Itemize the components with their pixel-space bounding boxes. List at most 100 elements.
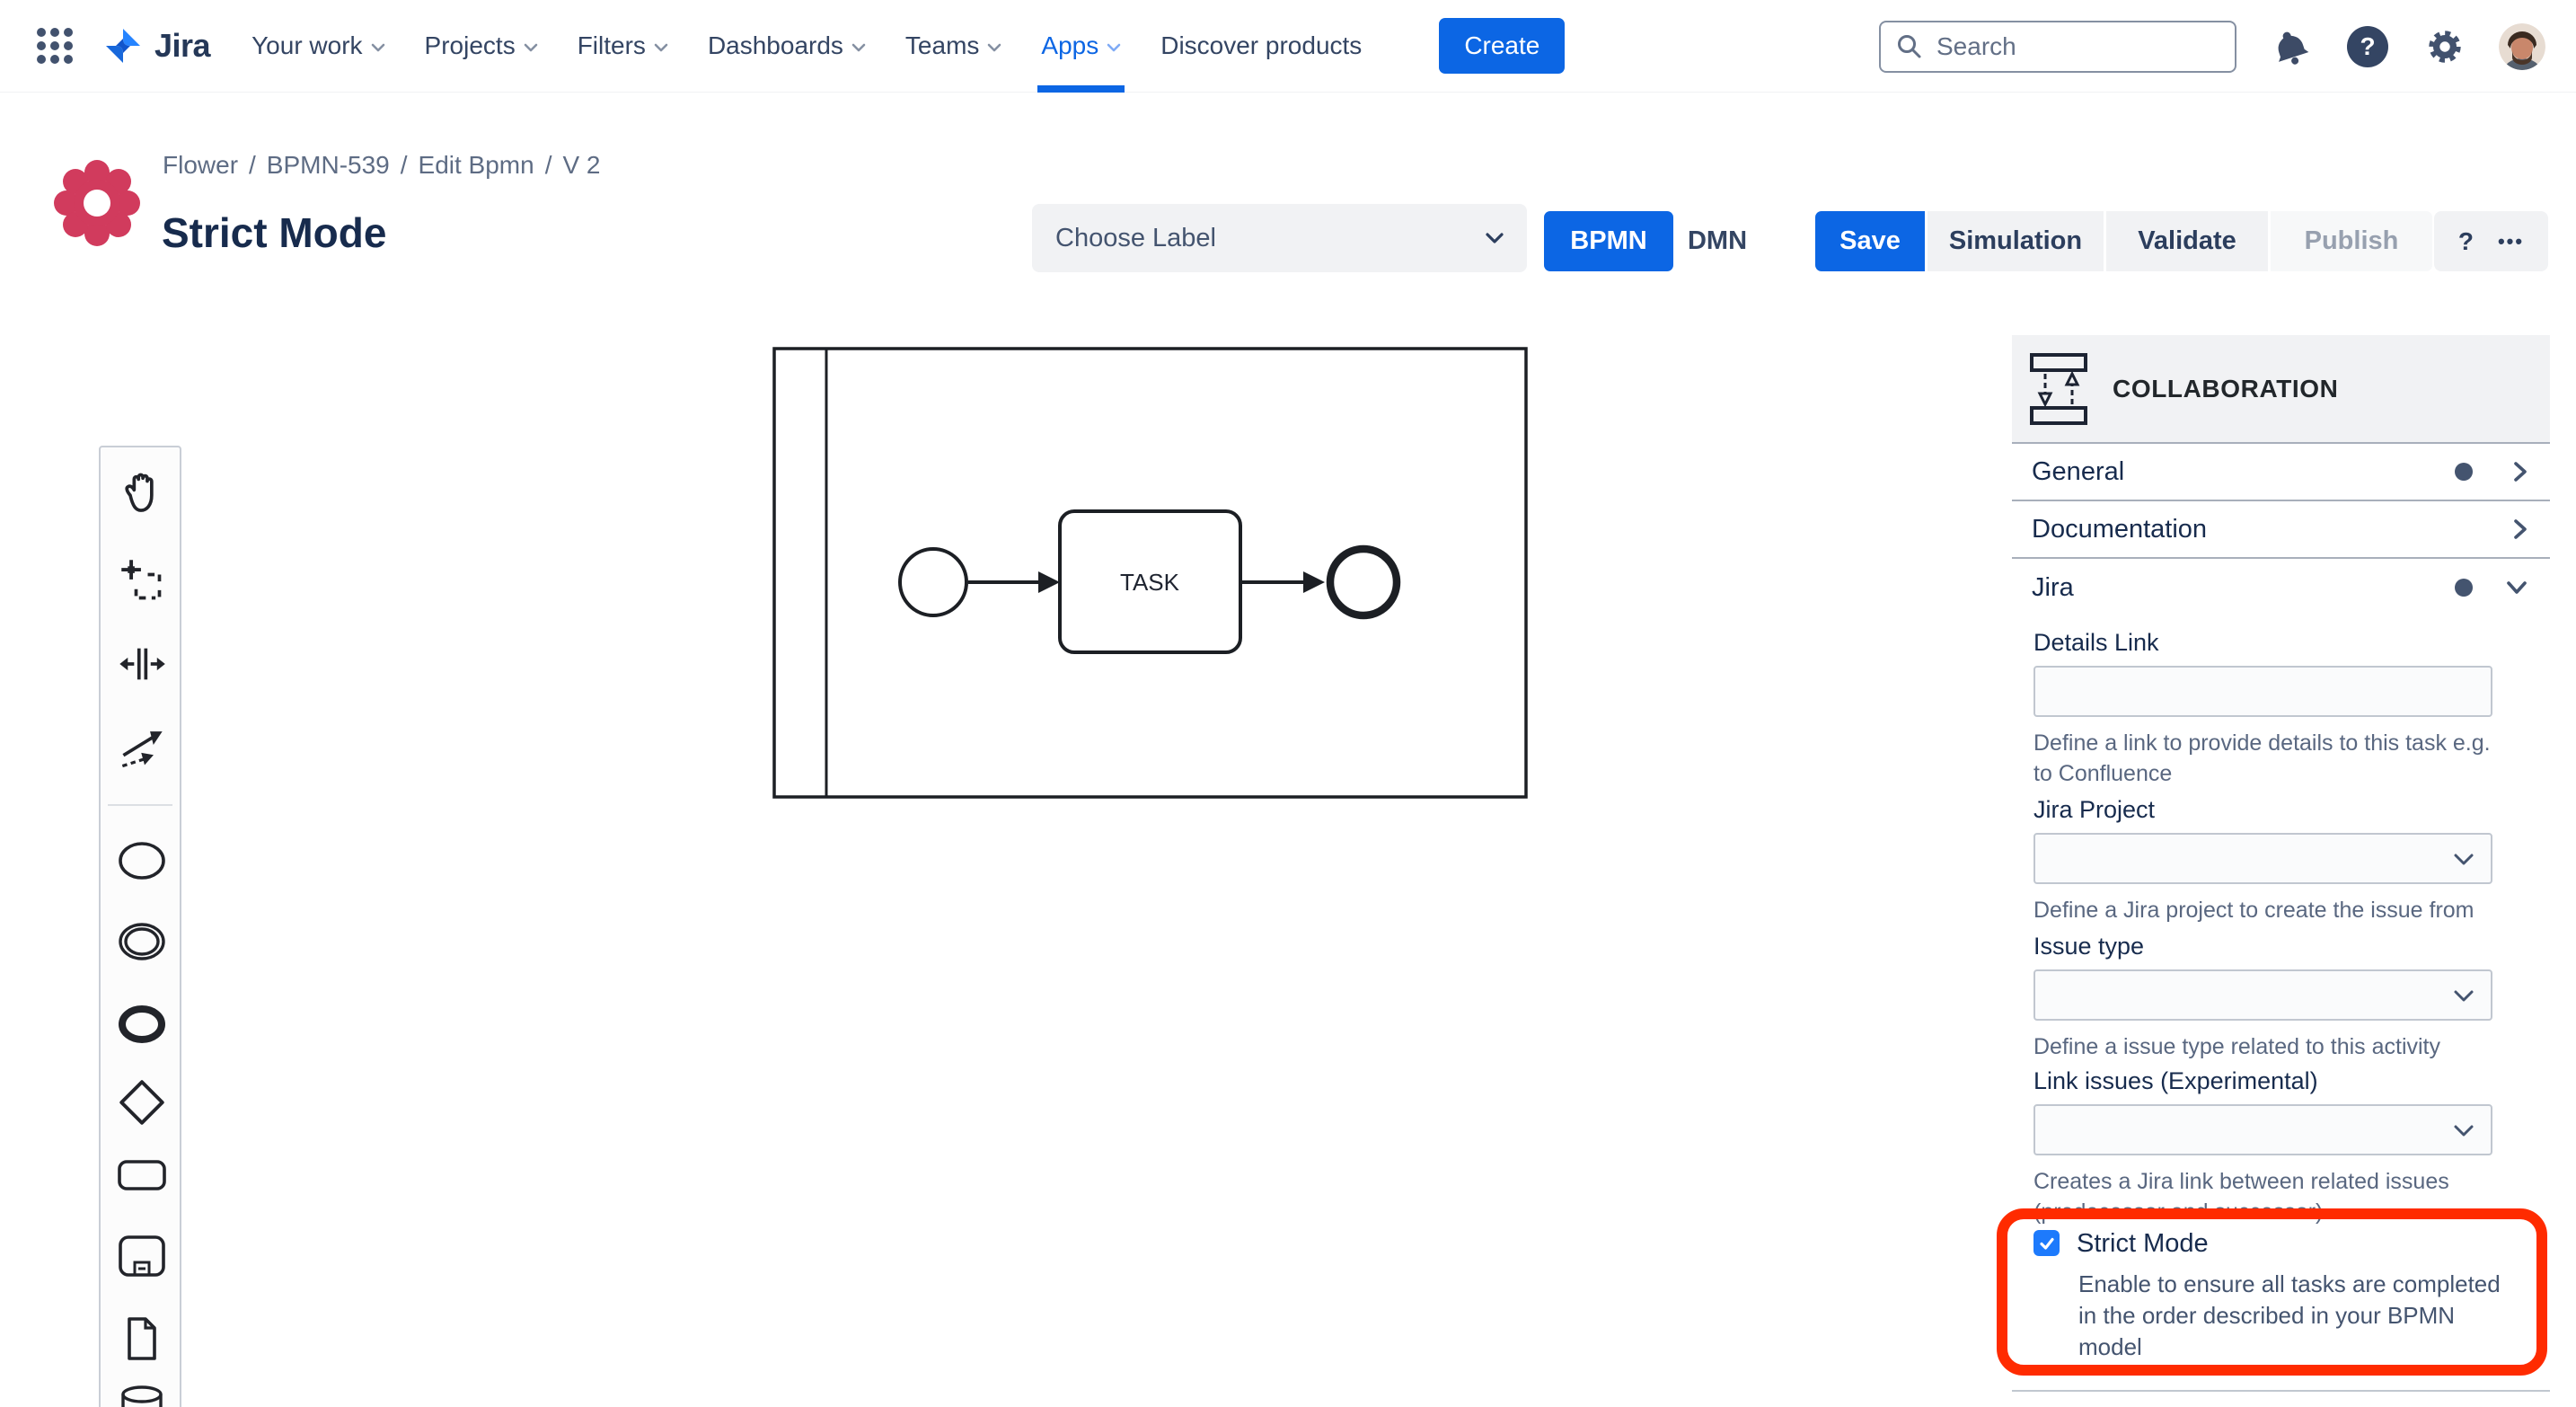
settings-button[interactable]	[2422, 23, 2468, 70]
search-icon	[1898, 34, 1921, 58]
avatar[interactable]	[2499, 22, 2545, 70]
create-data-object-button[interactable]	[117, 1314, 167, 1364]
palette-separator	[108, 804, 172, 806]
nav-items: Your work Projects Filters Dashboards Te…	[251, 0, 1566, 93]
panel-section-jira[interactable]: Jira	[2012, 559, 2550, 616]
field-jira-project: Jira Project Define a Jira project to cr…	[2012, 796, 2550, 925]
toolbar-misc-group: ? •••	[2434, 211, 2548, 271]
hand-icon	[125, 473, 154, 512]
chevron-down-icon	[1486, 232, 1504, 244]
field-helper: Define a Jira project to create the issu…	[2033, 898, 2475, 923]
nav-item-filters[interactable]: Filters	[578, 0, 668, 93]
nav-item-teams[interactable]: Teams	[905, 0, 1001, 93]
help-button[interactable]: ?	[2344, 23, 2391, 70]
create-subprocess-button[interactable]	[117, 1232, 167, 1282]
app-switcher-icon[interactable]	[34, 25, 75, 66]
validate-button[interactable]: Validate	[2106, 211, 2268, 271]
field-link-issues: Link issues (Experimental) Creates a Jir…	[2012, 1067, 2550, 1227]
data-object-icon	[128, 1317, 156, 1360]
publish-button: Publish	[2271, 211, 2432, 271]
subprocess-icon	[119, 1235, 165, 1277]
simulation-button[interactable]: Simulation	[1928, 211, 2104, 271]
jira-logo[interactable]: Jira	[101, 23, 211, 68]
properties-panel-header: COLLABORATION	[2012, 335, 2550, 444]
bpmn-end-event[interactable]	[1326, 544, 1401, 620]
nav-item-projects[interactable]: Projects	[425, 0, 538, 93]
global-connect-tool-button[interactable]	[117, 722, 167, 773]
lasso-icon	[121, 560, 162, 600]
field-helper: Creates a Jira link between related issu…	[2033, 1169, 2449, 1225]
space-tool-button[interactable]	[117, 639, 167, 689]
breadcrumb: Flower / BPMN-539 / Edit Bpmn / V 2	[163, 151, 601, 180]
details-link-input[interactable]	[2033, 666, 2492, 717]
collaboration-icon	[2030, 352, 2087, 425]
chevron-down-icon	[851, 43, 866, 52]
strict-mode-checkbox[interactable]	[2033, 1230, 2060, 1256]
chevron-down-icon	[2453, 989, 2475, 1008]
content-dot	[2455, 463, 2473, 481]
breadcrumb-issue[interactable]: BPMN-539	[267, 151, 390, 180]
bpmn-start-event[interactable]	[898, 547, 968, 617]
create-data-store-button[interactable]	[117, 1376, 167, 1407]
choose-label-select[interactable]: Choose Label	[1032, 204, 1527, 272]
intermediate-event-icon	[119, 923, 165, 960]
end-event-icon	[119, 1005, 165, 1043]
jira-project-select[interactable]	[2033, 833, 2492, 884]
field-helper: Define a issue type related to this acti…	[2033, 1034, 2441, 1059]
chevron-down-icon	[524, 43, 538, 52]
jira-logo-icon	[106, 29, 140, 63]
start-event-icon	[119, 842, 165, 880]
breadcrumb-project[interactable]: Flower	[163, 151, 238, 180]
bpmn-tab[interactable]: BPMN	[1544, 211, 1673, 271]
avatar-photo	[2499, 22, 2545, 70]
issue-type-select[interactable]	[2033, 969, 2492, 1021]
space-tool-icon	[119, 648, 165, 680]
search-box	[1879, 20, 2236, 73]
strict-mode-label[interactable]: Strict Mode	[2077, 1229, 2209, 1259]
nav-item-dashboards[interactable]: Dashboards	[708, 0, 866, 93]
create-gateway-button[interactable]	[117, 1077, 167, 1128]
hand-tool-button[interactable]	[117, 467, 167, 518]
chevron-down-icon	[1107, 43, 1121, 52]
bpmn-palette	[99, 446, 181, 1407]
create-intermediate-event-button[interactable]	[117, 916, 167, 967]
bell-icon	[2278, 31, 2309, 65]
bpmn-task[interactable]: TASK	[1058, 509, 1242, 654]
panel-section-general[interactable]: General	[2012, 444, 2550, 501]
help-icon[interactable]: ?	[2458, 227, 2474, 256]
create-button[interactable]: Create	[1439, 18, 1566, 74]
more-options-icon[interactable]: •••	[2498, 230, 2524, 253]
breadcrumb-version[interactable]: V 2	[562, 151, 600, 180]
nav-item-discover-products[interactable]: Discover products	[1160, 0, 1362, 93]
nav-item-apps[interactable]: Apps	[1037, 0, 1125, 93]
app-flower-logo	[54, 160, 140, 246]
bpmn-canvas[interactable]: TASK	[772, 347, 1528, 799]
search-input[interactable]	[1879, 20, 2236, 73]
create-end-event-button[interactable]	[117, 999, 167, 1049]
chevron-down-icon	[371, 43, 385, 52]
nav-item-your-work[interactable]: Your work	[251, 0, 384, 93]
task-icon	[118, 1160, 166, 1190]
create-start-event-button[interactable]	[117, 836, 167, 886]
chevron-down-icon	[2505, 580, 2528, 596]
save-button[interactable]: Save	[1815, 211, 1925, 271]
jira-wordmark: Jira	[154, 27, 211, 64]
field-issue-type: Issue type Define a issue type related t…	[2012, 933, 2550, 1062]
checkmark-icon	[2039, 1237, 2054, 1250]
breadcrumb-screen[interactable]: Edit Bpmn	[419, 151, 534, 180]
data-store-icon	[121, 1385, 163, 1407]
notifications-button[interactable]	[2267, 23, 2314, 70]
question-mark-icon: ?	[2347, 25, 2388, 67]
diagram-type-toggle: BPMN DMN	[1544, 211, 1761, 271]
link-issues-select[interactable]	[2033, 1104, 2492, 1155]
field-label: Link issues (Experimental)	[2033, 1067, 2318, 1094]
nav-left: Jira Your work Projects Filters Dashboar…	[0, 0, 1566, 93]
top-navigation-bar: Jira Your work Projects Filters Dashboar…	[0, 0, 2576, 93]
chevron-down-icon	[987, 43, 1001, 52]
lasso-tool-button[interactable]	[117, 555, 167, 606]
chevron-down-icon	[2453, 1124, 2475, 1143]
svg-text:TASK: TASK	[1120, 569, 1180, 596]
dmn-tab[interactable]: DMN	[1673, 211, 1761, 271]
panel-section-documentation[interactable]: Documentation	[2012, 501, 2550, 559]
create-task-button[interactable]	[117, 1150, 167, 1200]
